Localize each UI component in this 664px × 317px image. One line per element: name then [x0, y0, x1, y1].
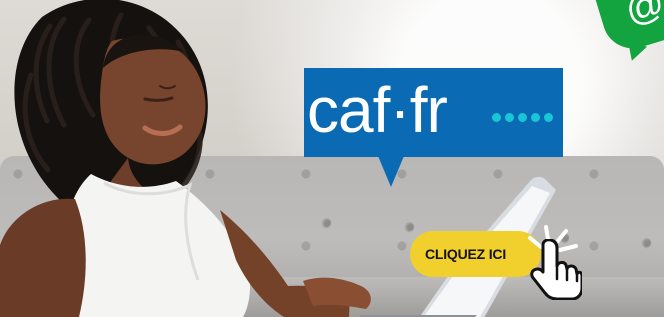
logo-dot: [544, 113, 553, 122]
logo-dots-icon: [492, 113, 553, 122]
caf-banner-ad[interactable]: caf·fr @ CLIQUEZ ICI: [0, 0, 664, 317]
speech-pointer: [378, 156, 404, 187]
logo-dot: [492, 113, 501, 122]
pointing-hand-icon: [530, 239, 582, 300]
logo-dot: [531, 113, 540, 122]
caf-logo-text: caf·fr: [307, 74, 448, 146]
logo-dot: [505, 113, 514, 122]
woman-using-laptop-photo: [0, 0, 371, 317]
sofa-button: [642, 238, 651, 247]
cliquez-ici-button[interactable]: CLIQUEZ ICI: [410, 231, 541, 277]
logo-dot: [518, 113, 527, 122]
